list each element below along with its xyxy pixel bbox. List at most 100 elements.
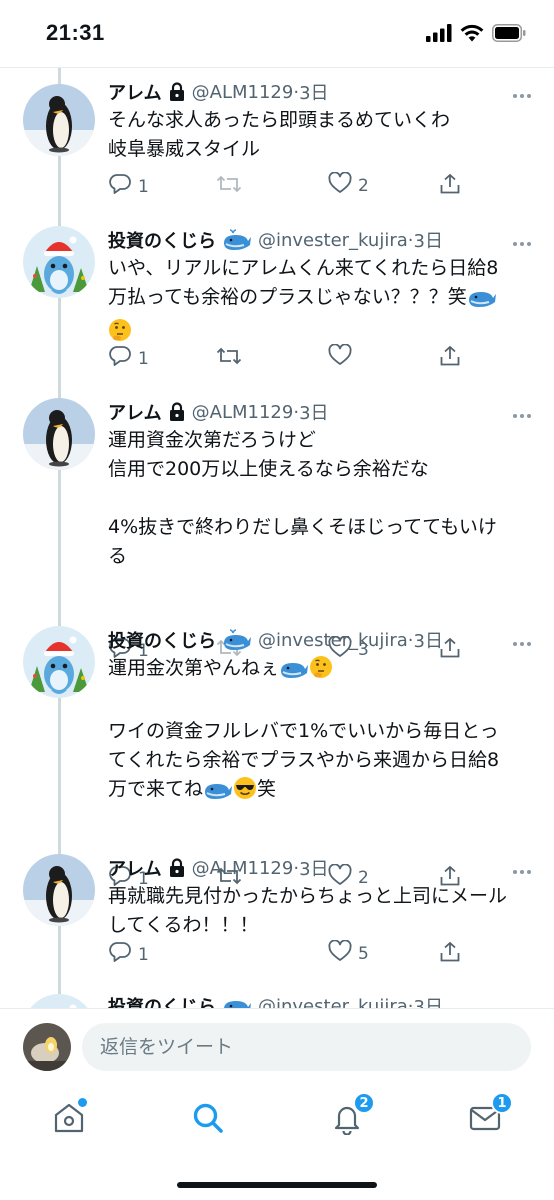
- unread-dot: [78, 1098, 87, 1107]
- tweet-actions: 1: [108, 343, 468, 374]
- tweet-line: してくるわ！！！: [108, 914, 259, 936]
- handle[interactable]: @invester_kujira: [258, 996, 408, 1009]
- search-icon: [191, 1101, 225, 1139]
- display-name[interactable]: 投資のくじら: [108, 993, 216, 1008]
- notifications-badge: 2: [353, 1092, 375, 1114]
- display-name[interactable]: アレム: [108, 79, 162, 105]
- status-bar: 21:31: [0, 0, 554, 68]
- whale-emoji-icon: [467, 286, 497, 317]
- heart-icon: [328, 171, 352, 199]
- tweet-line: 岐阜暴威スタイル: [108, 138, 261, 160]
- tweet-date[interactable]: 3日: [414, 227, 443, 253]
- tweet-header: 投資のくじら @invester_kujira · 3日: [108, 992, 534, 1008]
- more-options-icon[interactable]: [512, 998, 532, 1008]
- reply-icon: [108, 172, 132, 201]
- tweet-text: 運用金次第やんねぇ ワイの資金フルレバで1%でいいから毎日とっ てくれたら余裕で…: [108, 654, 528, 809]
- tweet[interactable]: 投資のくじら @invester_kujira · 3日: [0, 988, 554, 1008]
- tweet-text: 運用資金次第だろうけど 信用で200万以上使えるなら余裕だな 4%抜きで終わりだ…: [108, 426, 528, 571]
- reply-button[interactable]: 1: [108, 344, 149, 373]
- tweet-line: 万で来てね 笑: [108, 775, 528, 809]
- share-button[interactable]: [438, 940, 462, 969]
- battery-icon: [492, 24, 526, 46]
- tweet-line: ワイの資金フルレバで1%でいいから毎日とっ: [108, 720, 499, 742]
- tab-home[interactable]: [49, 1098, 89, 1140]
- tweet-date[interactable]: 3日: [414, 993, 443, 1008]
- tweet-header: アレム @ALM1129 · 3日: [108, 78, 534, 106]
- messages-badge: 1: [491, 1092, 513, 1114]
- reply-input[interactable]: [82, 1023, 531, 1071]
- display-name[interactable]: アレム: [108, 399, 162, 425]
- share-icon: [438, 172, 462, 201]
- tweet-line: いや、リアルにアレムくん来てくれたら日給8: [108, 257, 499, 279]
- tweet-actions: 1 2: [108, 171, 468, 202]
- sunglasses-face-icon: [233, 776, 257, 809]
- tab-messages[interactable]: 1: [465, 1092, 513, 1140]
- tweet-header: アレム @ALM1129 · 3日: [108, 398, 534, 426]
- tweet-date[interactable]: 3日: [299, 855, 328, 881]
- more-options-icon[interactable]: [512, 632, 532, 651]
- lock-icon: [168, 402, 186, 422]
- reply-button[interactable]: 1: [108, 940, 149, 969]
- tweet-date[interactable]: 3日: [414, 627, 443, 653]
- handle[interactable]: @ALM1129: [192, 82, 294, 103]
- reply-count: 1: [138, 176, 149, 197]
- avatar-whale[interactable]: [23, 626, 95, 698]
- retweet-icon: [216, 172, 242, 201]
- handle[interactable]: @ALM1129: [192, 402, 294, 423]
- tweet-date[interactable]: 3日: [299, 79, 328, 105]
- tweet-line: [108, 688, 528, 717]
- share-button[interactable]: [438, 344, 462, 373]
- reply-icon: [108, 940, 132, 969]
- tweet-line: 信用で200万以上使えるなら余裕だな: [108, 458, 429, 480]
- tweet[interactable]: アレム @ALM1129 · 3日 再就職先見付かったからちょっと上司にメール …: [0, 844, 554, 992]
- tab-search[interactable]: [188, 1100, 228, 1140]
- more-options-icon[interactable]: [512, 232, 532, 251]
- avatar-penguin[interactable]: [23, 398, 95, 470]
- like-button[interactable]: 5: [328, 939, 369, 967]
- tweet-line: 万払っても余裕のプラスじゃない？？？笑: [108, 283, 528, 317]
- tweet-line: る: [108, 545, 128, 567]
- wifi-icon: [460, 24, 484, 46]
- reply-button[interactable]: 1: [108, 172, 149, 201]
- reply-count: 1: [138, 348, 149, 369]
- tweet-line: [108, 484, 528, 513]
- bottom-tab-bar: 2 1: [0, 1084, 554, 1200]
- share-button[interactable]: [438, 172, 462, 201]
- more-options-icon[interactable]: [512, 404, 532, 423]
- retweet-button[interactable]: [216, 344, 242, 373]
- avatar-whale[interactable]: [23, 994, 95, 1008]
- like-button[interactable]: [328, 343, 352, 371]
- handle[interactable]: @invester_kujira: [258, 630, 408, 651]
- handle[interactable]: @ALM1129: [192, 858, 294, 879]
- display-name[interactable]: アレム: [108, 855, 162, 881]
- retweet-button[interactable]: [216, 172, 242, 201]
- avatar-penguin[interactable]: [23, 854, 95, 926]
- thinking-face-icon: [309, 655, 333, 688]
- display-name[interactable]: 投資のくじら: [108, 227, 216, 253]
- tweet[interactable]: アレム @ALM1129 · 3日 そんな求人あったら即頭まるめていくわ 岐阜暴…: [0, 68, 554, 216]
- tweet-date[interactable]: 3日: [299, 399, 328, 425]
- tweet[interactable]: 投資のくじら @invester_kujira · 3日 運用金次第やんねぇ ワ…: [0, 616, 554, 889]
- reply-composer: [0, 1008, 554, 1084]
- tweet-header: アレム @ALM1129 · 3日: [108, 854, 534, 882]
- tweet[interactable]: 投資のくじら @invester_kujira · 3日 いや、リアルにアレムく…: [0, 216, 554, 388]
- tweet[interactable]: アレム @ALM1129 · 3日 運用資金次第だろうけど 信用で200万以上使…: [0, 388, 554, 661]
- tweet-line-text: 万払っても余裕のプラスじゃない？？？笑: [108, 286, 467, 308]
- display-name[interactable]: 投資のくじら: [108, 627, 216, 653]
- avatar-whale[interactable]: [23, 226, 95, 298]
- like-button[interactable]: 2: [328, 171, 369, 199]
- avatar-penguin[interactable]: [23, 84, 95, 156]
- handle[interactable]: @invester_kujira: [258, 230, 408, 251]
- tweet-line: てくれたら余裕でプラスやから来週から日給8: [108, 749, 500, 771]
- own-avatar[interactable]: [23, 1023, 71, 1071]
- heart-icon: [328, 939, 352, 967]
- more-options-icon[interactable]: [512, 84, 532, 103]
- tweet-line: そんな求人あったら即頭まるめていくわ: [108, 109, 451, 131]
- tweet-line-suffix: 笑: [257, 778, 277, 800]
- tab-notifications[interactable]: 2: [327, 1092, 375, 1140]
- whale-emoji-icon: [279, 657, 309, 688]
- more-options-icon[interactable]: [512, 860, 532, 879]
- whale-icon: [222, 629, 252, 651]
- status-icons: [426, 24, 526, 46]
- tweet-thread: アレム @ALM1129 · 3日 そんな求人あったら即頭まるめていくわ 岐阜暴…: [0, 68, 554, 1008]
